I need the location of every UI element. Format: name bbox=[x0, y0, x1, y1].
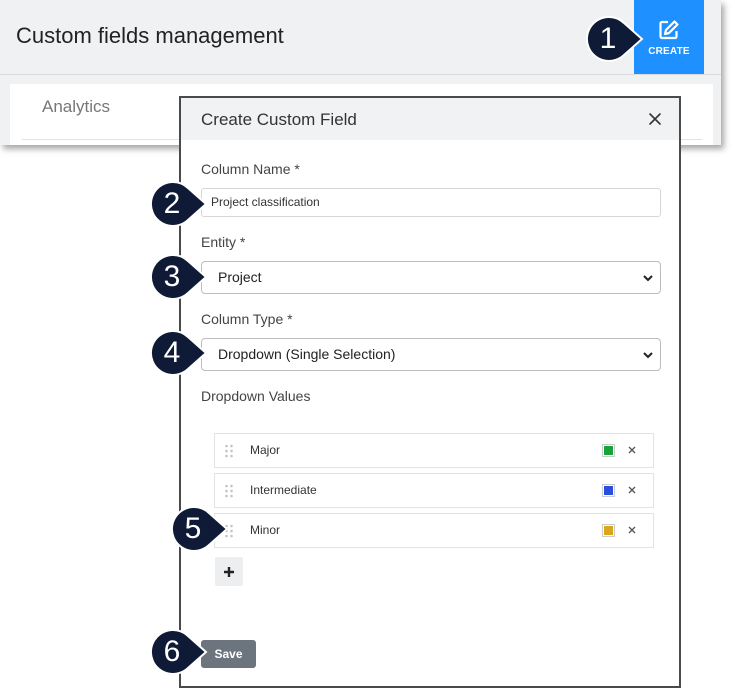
plus-icon bbox=[224, 566, 234, 577]
entity-select[interactable]: Project bbox=[201, 261, 661, 294]
edit-square-icon bbox=[659, 19, 679, 39]
color-swatch-fill bbox=[604, 486, 613, 495]
color-swatch[interactable] bbox=[602, 524, 615, 537]
tab-analytics[interactable]: Analytics bbox=[42, 97, 110, 117]
modal-title: Create Custom Field bbox=[201, 110, 357, 129]
page-title: Custom fields management bbox=[16, 23, 284, 48]
entity-select-value: Project bbox=[218, 269, 262, 285]
callout-number: 5 bbox=[184, 512, 202, 545]
column-name-input[interactable]: Project classification bbox=[201, 188, 661, 217]
callout-marker: 2 bbox=[150, 181, 208, 227]
dropdown-values-label: Dropdown Values bbox=[201, 388, 311, 404]
dropdown-value-name[interactable]: Major bbox=[250, 443, 280, 457]
callout-number: 6 bbox=[163, 635, 181, 668]
create-custom-field-modal: Create Custom Field Column Name * Projec… bbox=[179, 96, 681, 688]
drag-handle-icon[interactable] bbox=[224, 484, 234, 498]
dropdown-value-row: Intermediate bbox=[214, 473, 654, 508]
callout-number: 3 bbox=[163, 260, 181, 293]
callout-marker: 4 bbox=[150, 330, 208, 376]
dropdown-value-row: Major bbox=[214, 433, 654, 468]
drag-handle-icon[interactable] bbox=[224, 444, 234, 458]
entity-label: Entity * bbox=[201, 234, 246, 250]
color-swatch-fill bbox=[604, 526, 613, 535]
callout-marker: 3 bbox=[150, 254, 208, 300]
callout-number: 2 bbox=[163, 187, 181, 220]
save-button[interactable]: Save bbox=[201, 640, 256, 668]
color-swatch[interactable] bbox=[602, 444, 615, 457]
close-icon[interactable] bbox=[626, 524, 638, 536]
chevron-down-icon bbox=[643, 352, 653, 359]
dropdown-value-name[interactable]: Minor bbox=[250, 523, 280, 537]
modal-header: Create Custom Field bbox=[181, 98, 679, 140]
column-name-label: Column Name * bbox=[201, 161, 300, 177]
chevron-down-icon bbox=[643, 275, 653, 282]
column-type-select-value: Dropdown (Single Selection) bbox=[218, 346, 396, 362]
dropdown-value-row: Minor bbox=[214, 513, 654, 548]
color-swatch[interactable] bbox=[602, 484, 615, 497]
close-icon[interactable] bbox=[645, 109, 665, 129]
column-type-label: Column Type * bbox=[201, 311, 293, 327]
close-icon[interactable] bbox=[626, 484, 638, 496]
column-type-select[interactable]: Dropdown (Single Selection) bbox=[201, 338, 661, 371]
add-value-button[interactable] bbox=[215, 557, 243, 586]
close-icon[interactable] bbox=[626, 444, 638, 456]
callout-marker: 6 bbox=[150, 629, 208, 675]
create-button-label: CREATE bbox=[648, 45, 690, 57]
callout-marker: 1 bbox=[586, 16, 644, 62]
create-button[interactable]: CREATE bbox=[634, 0, 704, 74]
callout-number: 4 bbox=[163, 336, 181, 369]
dropdown-value-name[interactable]: Intermediate bbox=[250, 483, 317, 497]
color-swatch-fill bbox=[604, 446, 613, 455]
callout-number: 1 bbox=[599, 22, 617, 55]
callout-marker: 5 bbox=[171, 506, 229, 552]
